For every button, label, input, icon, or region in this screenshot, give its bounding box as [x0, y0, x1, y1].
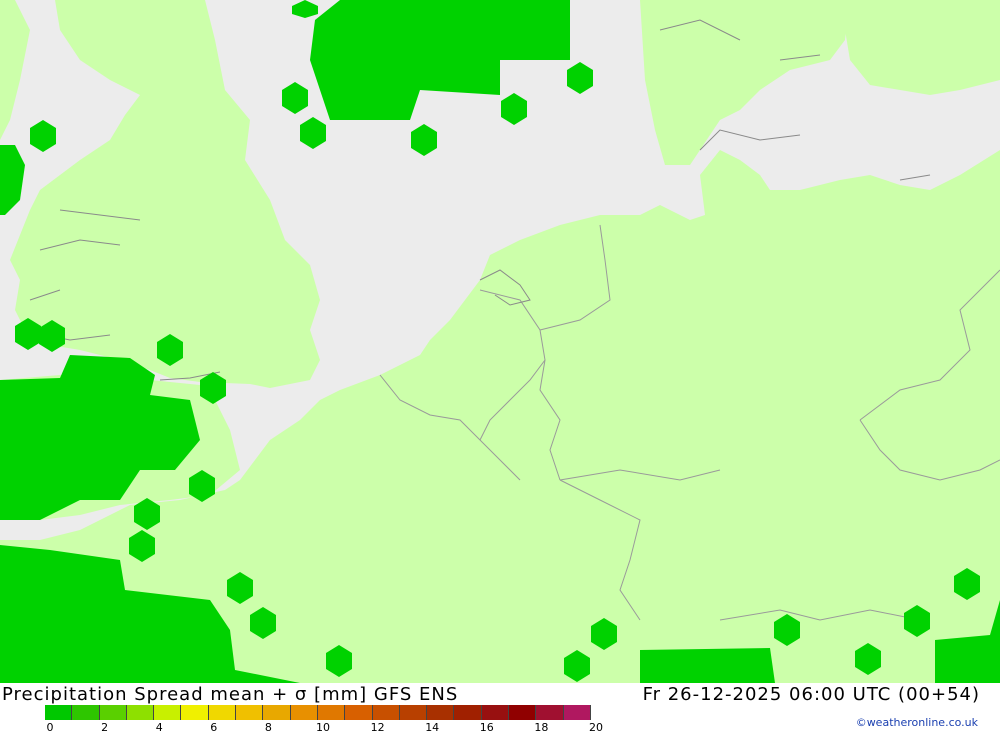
legend-tick-label: 0: [46, 721, 54, 734]
legend-swatch: [208, 705, 237, 720]
legend-swatch: [509, 705, 537, 720]
legend-tick-label: 2: [101, 721, 109, 734]
credit-link[interactable]: ©weatheronline.co.uk: [856, 716, 978, 729]
legend-swatch: [263, 705, 291, 720]
map-title: Precipitation Spread mean + σ [mm] GFS E…: [2, 684, 459, 705]
legend-swatch: [236, 705, 264, 720]
legend-tick-label: 6: [210, 721, 218, 734]
legend-swatch: [72, 705, 100, 720]
legend-swatch: [317, 705, 346, 720]
legend-swatch: [345, 705, 373, 720]
legend-swatch: [154, 705, 182, 720]
legend-swatch: [399, 705, 428, 720]
legend-tick-label: 4: [155, 721, 163, 734]
legend-swatch: [45, 705, 73, 720]
legend-tick-label: 8: [264, 721, 272, 734]
legend-tick-label: 10: [316, 721, 330, 734]
legend-swatch: [372, 705, 400, 720]
legend-swatch: [181, 705, 209, 720]
legend-tick-label: 14: [425, 721, 440, 734]
legend-swatch: [536, 705, 564, 720]
legend-swatch: [481, 705, 510, 720]
legend-tick-label: 16: [479, 721, 494, 734]
legend-swatch: [454, 705, 482, 720]
legend-swatch: [126, 705, 155, 720]
legend-tick-label: 12: [370, 721, 385, 734]
legend-ticks: 0 2 4 6 8 10 12 14 16 18 20: [45, 721, 645, 734]
legend-tick-label: 18: [534, 721, 549, 734]
precipitation-map: [0, 0, 1000, 683]
color-legend: [45, 705, 591, 721]
legend-swatch: [563, 705, 591, 720]
legend-swatch: [290, 705, 318, 720]
legend-swatch: [99, 705, 127, 720]
legend-tick-label: 20: [589, 721, 603, 734]
map-datetime: Fr 26-12-2025 06:00 UTC (00+54): [642, 684, 980, 705]
legend-swatch: [427, 705, 455, 720]
